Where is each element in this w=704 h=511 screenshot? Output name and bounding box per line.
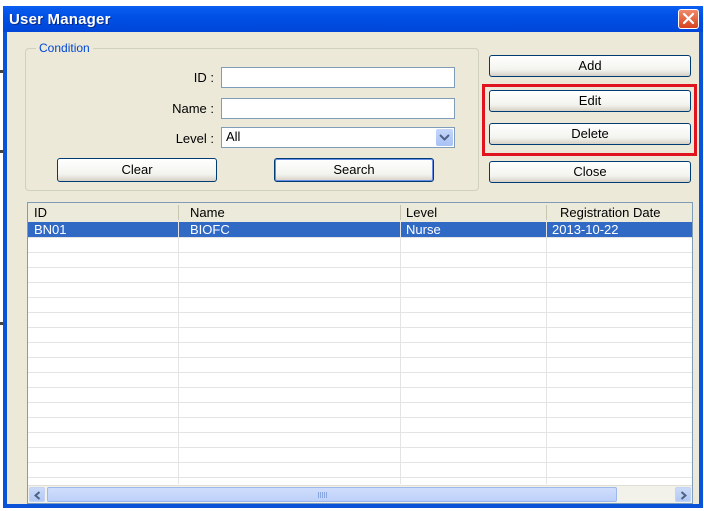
grid-line [28,447,692,448]
window-title: User Manager [9,11,111,28]
name-label: Name : [172,101,214,116]
grid-line [28,462,692,463]
scroll-right-icon [680,491,687,500]
condition-group: Condition ID : Name : Level : All Clear … [25,41,479,191]
add-button[interactable]: Add [489,55,691,77]
user-list[interactable]: ID Name Level Registration Date BN01 BIO… [27,202,693,504]
grid-line [28,432,692,433]
column-divider[interactable] [400,205,401,220]
dropdown-arrow-icon [439,134,450,141]
table-row[interactable]: BN01 BIOFC Nurse 2013-10-22 [28,222,692,237]
cell-level: Nurse [406,222,441,237]
scroll-left-icon [34,491,41,500]
grid-line [546,222,547,484]
grid-line [28,237,692,238]
grid-line [28,312,692,313]
level-select[interactable]: All [221,127,455,148]
close-window-button[interactable] [678,9,699,29]
column-divider[interactable] [546,205,547,220]
level-label: Level : [175,131,214,146]
column-divider[interactable] [178,205,179,220]
grid-line [28,282,692,283]
id-input[interactable] [221,67,455,88]
grid-line [28,402,692,403]
grid-line [28,387,692,388]
column-header-name[interactable]: Name [190,205,225,220]
grid-line [28,267,692,268]
title-bar[interactable]: User Manager [3,6,703,32]
grid-line [28,357,692,358]
grid-line [178,222,179,484]
search-button[interactable]: Search [274,158,434,182]
scroll-thumb[interactable] [47,487,617,502]
highlight-annotation [482,84,697,156]
grid-line [28,297,692,298]
condition-legend: Condition [36,41,93,55]
id-label: ID : [193,70,214,85]
scroll-right-button[interactable] [675,487,691,502]
grid-line [28,252,692,253]
grid-line [28,342,692,343]
scroll-left-button[interactable] [29,487,45,502]
column-header-registration-date[interactable]: Registration Date [560,205,660,220]
grid-line [28,477,692,478]
user-manager-window: User Manager Condition ID : Name : Level… [3,6,703,508]
dialog-body: Condition ID : Name : Level : All Clear … [7,32,699,504]
level-value: All [226,129,241,144]
grid-line [28,417,692,418]
cell-registration-date: 2013-10-22 [552,222,619,237]
grid-line [400,222,401,484]
level-dropdown-button[interactable] [436,129,453,146]
grid-line [28,372,692,373]
horizontal-scrollbar[interactable] [28,485,692,503]
cell-id: BN01 [34,222,67,237]
close-icon [682,12,695,25]
clear-button[interactable]: Clear [57,158,217,182]
close-button[interactable]: Close [489,161,691,183]
scroll-grip [318,492,328,498]
name-input[interactable] [221,98,455,119]
grid-line [28,327,692,328]
column-header-id[interactable]: ID [34,205,47,220]
cell-name: BIOFC [190,222,230,237]
column-header-level[interactable]: Level [406,205,437,220]
list-header: ID Name Level Registration Date [28,203,692,223]
